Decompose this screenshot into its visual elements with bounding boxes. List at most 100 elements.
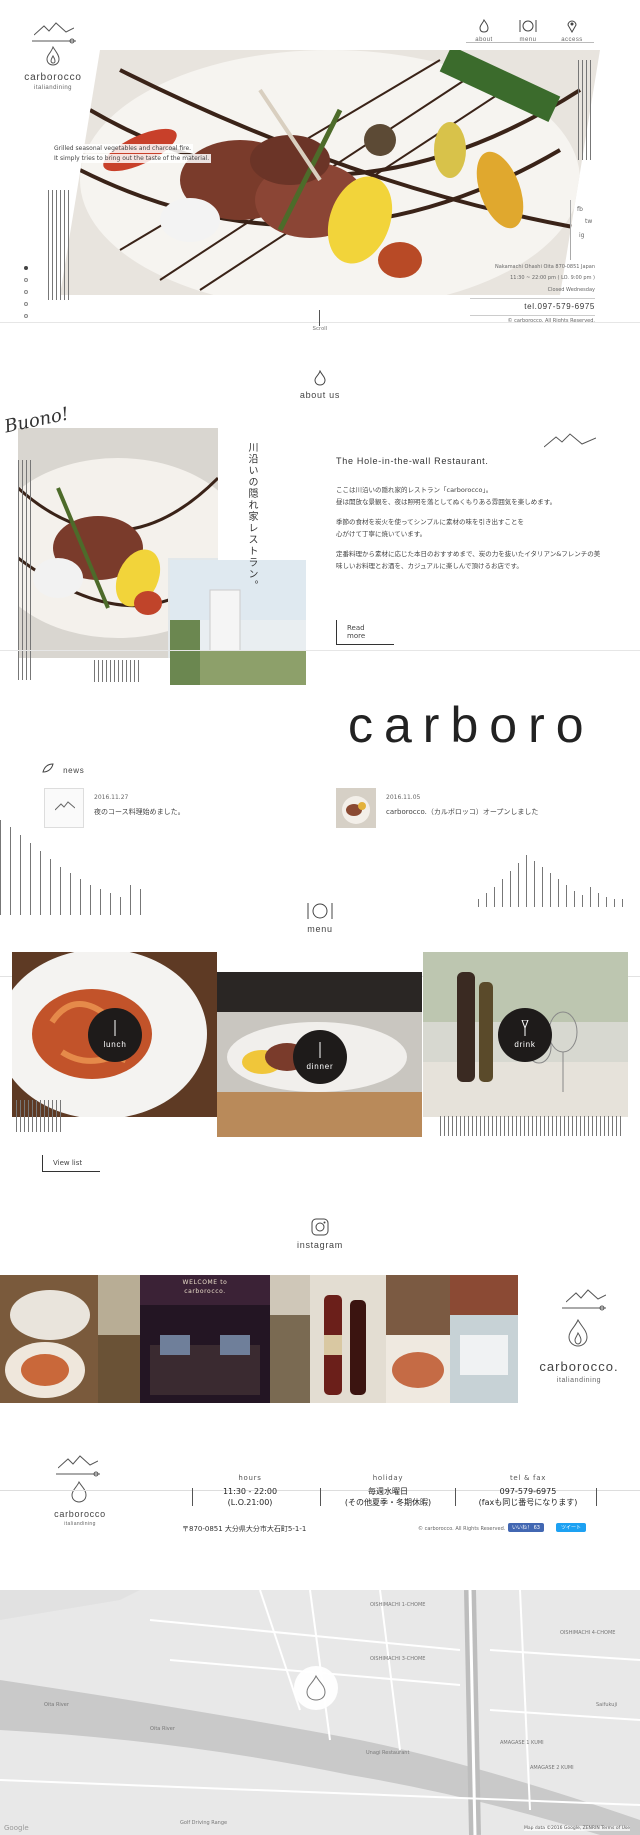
- instagram-icon: [311, 1218, 329, 1236]
- footer-tel-label: tel & fax: [509, 1474, 547, 1482]
- insta-photo-4-img: [270, 1275, 310, 1403]
- about-read-more-button[interactable]: Read more: [336, 620, 394, 645]
- footer-copyright: © carborocco. All Rights Reserved.: [418, 1526, 506, 1532]
- menu-drink-label: drink: [514, 1040, 536, 1049]
- hero-closed: Closed Wednesday: [547, 287, 595, 293]
- leaf-icon: [42, 763, 54, 773]
- logo-fork-icon: [32, 38, 76, 44]
- insta-photo-2-img: [98, 1275, 140, 1403]
- map-label: OISHIMACHI 4-CHOME: [560, 1630, 616, 1636]
- footer-brand-name: carborocco: [54, 1509, 106, 1519]
- about-left-stripes: [18, 460, 31, 680]
- right-waveform: [478, 855, 623, 907]
- menu-view-list-button[interactable]: View list: [42, 1155, 100, 1172]
- hero-address: Nakamachi Ohashi Oita 870-0851 Japan: [495, 264, 595, 270]
- hero-caption-line2: It simply tries to bring out the taste o…: [52, 154, 212, 163]
- fork-icon: [114, 1020, 116, 1036]
- map-label: AMAGASE 1 KUMI: [500, 1740, 544, 1746]
- map-attribution: Map data ©2016 Google, ZENRIN Terms of U…: [524, 1826, 631, 1831]
- footer-tel-value[interactable]: 097-579-6975: [468, 1486, 588, 1497]
- instagram-heading-block: instagram: [282, 1218, 358, 1250]
- about-text: ここは川沿いの隠れ家的レストラン「carborocco」。 昼は開放な景観を、夜…: [336, 484, 626, 572]
- menu-dinner-label: dinner: [306, 1062, 334, 1071]
- slide-dot[interactable]: [24, 290, 28, 294]
- about-title: The Hole-in-the-wall Restaurant.: [336, 456, 489, 466]
- map-label: OISHIMACHI 1-CHOME: [370, 1602, 426, 1608]
- nav-menu[interactable]: menu: [510, 18, 546, 43]
- map[interactable]: Oita River Oita River Unagi Restaurant G…: [0, 1590, 640, 1835]
- insta-photo-5[interactable]: [310, 1275, 386, 1403]
- tweet-button[interactable]: ツイート: [556, 1523, 587, 1532]
- menu-right-stripes: [440, 1116, 621, 1136]
- hero-image: [60, 50, 600, 295]
- about-divider: [0, 650, 640, 651]
- slide-dot[interactable]: [24, 302, 28, 306]
- news-title: carborocco.（カルボロッコ）オープンしました: [386, 808, 539, 816]
- footer-holiday-value: 毎週水曜日: [368, 1487, 408, 1496]
- logo-fork-icon: [56, 1471, 100, 1477]
- big-word: carboro: [348, 697, 595, 753]
- menu-heading: menu: [307, 924, 333, 934]
- instagram-link[interactable]: ig: [579, 232, 584, 239]
- logo-fork-icon: [562, 1305, 606, 1311]
- social-links: fb tw ig: [570, 200, 600, 260]
- map-label: Oita River: [44, 1702, 69, 1708]
- insta-photo-1[interactable]: [0, 1275, 98, 1403]
- slide-dot[interactable]: [24, 278, 28, 282]
- nav-about[interactable]: about: [466, 18, 502, 43]
- about-bottom-stripes: [94, 660, 139, 682]
- insta-photo-2[interactable]: [98, 1275, 140, 1403]
- about-building-photo: [170, 560, 306, 685]
- insta-photo-4[interactable]: [270, 1275, 310, 1403]
- glass-icon: [521, 1020, 529, 1036]
- news-date: 2016.11.27: [94, 794, 129, 801]
- logo-mountain-icon: [55, 801, 75, 811]
- news-heading-block: news: [42, 758, 84, 777]
- about-para1-line1: ここは川沿いの隠れ家的レストラン「carborocco」。: [336, 486, 493, 494]
- hero-info: Nakamachi Ohashi Oita 870-0851 Japan 11:…: [470, 262, 595, 326]
- menu-drink-badge[interactable]: drink: [498, 1008, 552, 1062]
- menu-lunch-badge[interactable]: lunch: [88, 1008, 142, 1062]
- menu-left-stripes: [16, 1100, 61, 1132]
- logo-mountain-icon: [34, 22, 74, 36]
- facebook-like-button[interactable]: いいね！ 63: [508, 1523, 544, 1532]
- footer-hours-value: 11:30 - 22:00: [222, 1487, 278, 1496]
- insta-photo-6[interactable]: [386, 1275, 450, 1403]
- about-para2-line2: 心がけて丁寧に焼いています。: [336, 530, 427, 538]
- instagram-brand-sub: italiandining: [556, 1377, 602, 1384]
- insta-photo-5-img: [310, 1275, 386, 1403]
- scroll-indicator[interactable]: Scroll: [305, 310, 335, 332]
- footer-holiday-label: holiday: [372, 1474, 404, 1482]
- map-label: OISHIMACHI 3-CHOME: [370, 1656, 426, 1662]
- slide-dot[interactable]: [24, 314, 28, 318]
- hero-left-stripes: [48, 190, 69, 300]
- insta-photo-3[interactable]: WELCOME to carborocco.: [140, 1275, 270, 1403]
- logo-flame-icon: [568, 1319, 588, 1347]
- hero-tel[interactable]: tel.097-579-6975: [470, 298, 595, 315]
- hero-copyright: © carborocco, All Rights Reserved.: [470, 315, 595, 326]
- twitter-link[interactable]: tw: [585, 218, 592, 225]
- menu-dinner-badge[interactable]: dinner: [293, 1030, 347, 1084]
- footer-logo[interactable]: carborocco italiandining: [40, 1455, 120, 1535]
- logo-mountain-icon: [566, 1289, 606, 1303]
- insta-photo-6-img: [386, 1275, 450, 1403]
- footer-tel-sub: (faxも同じ番号になります): [478, 1498, 578, 1507]
- fork-knife-icon: [519, 20, 537, 32]
- footer-divider: [455, 1488, 456, 1506]
- news-item-2[interactable]: 2016.11.05 carborocco.（カルボロッコ）オープンしました: [336, 788, 596, 832]
- logo-flame-icon: [71, 1481, 87, 1503]
- slide-dot-active[interactable]: [24, 266, 28, 270]
- footer-hours-label: hours: [238, 1474, 262, 1482]
- map-google-logo: Google: [4, 1824, 29, 1832]
- nav-access[interactable]: access: [554, 18, 590, 43]
- footer-divider: [320, 1488, 321, 1506]
- about-para3-line2: 味しいお料理とお酒を、カジュアルに楽しんで頂けるお店です。: [336, 562, 523, 570]
- instagram-brand-panel: carborocco. italiandining: [518, 1275, 640, 1403]
- footer-address: 〒870-0851 大分県大分市大石町5-1-1: [182, 1525, 307, 1533]
- about-para2-line1: 季節の食材を炭火を使ってシンプルに素材の味を引き出すことを: [336, 518, 524, 526]
- news-heading: news: [63, 766, 85, 775]
- insta-photo-7[interactable]: [450, 1275, 518, 1403]
- facebook-link[interactable]: fb: [577, 206, 583, 213]
- menu-heading-block: menu: [290, 902, 350, 934]
- menu-lunch-label: lunch: [103, 1040, 127, 1049]
